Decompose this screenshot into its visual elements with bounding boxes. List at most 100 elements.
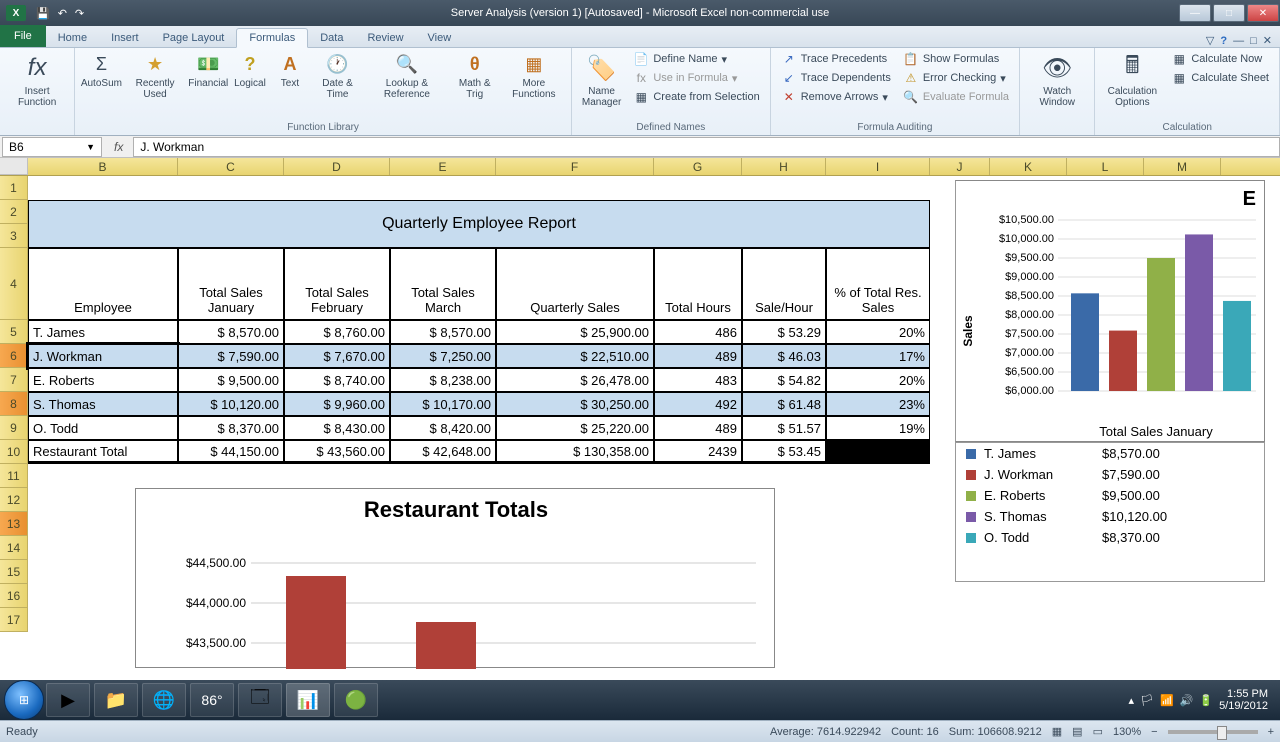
- view-normal-icon[interactable]: ▦: [1052, 725, 1062, 738]
- pct-cell[interactable]: 19%: [826, 416, 930, 440]
- qat-save-icon[interactable]: 💾: [32, 7, 54, 20]
- mar-cell[interactable]: $ 10,170.00: [390, 392, 496, 416]
- h-cell[interactable]: 483: [654, 368, 742, 392]
- row-header-8[interactable]: 8: [0, 392, 28, 416]
- lookup-button[interactable]: 🔍Lookup & Reference: [367, 50, 447, 102]
- pct-cell[interactable]: 23%: [826, 392, 930, 416]
- taskbar-weather[interactable]: 86°: [190, 683, 234, 717]
- calculate-now-button[interactable]: ▦Calculate Now: [1167, 50, 1273, 68]
- q-cell[interactable]: $ 30,250.00: [496, 392, 654, 416]
- col-header-E[interactable]: E: [390, 158, 496, 175]
- formula-input[interactable]: J. Workman: [133, 137, 1280, 157]
- row-header-12[interactable]: 12: [0, 488, 28, 512]
- row-header-11[interactable]: 11: [0, 464, 28, 488]
- name-box[interactable]: B6▼: [2, 137, 102, 157]
- h-cell[interactable]: 489: [654, 344, 742, 368]
- zoom-level[interactable]: 130%: [1113, 726, 1141, 738]
- zoom-out-icon[interactable]: −: [1151, 726, 1157, 738]
- q-cell[interactable]: $ 22,510.00: [496, 344, 654, 368]
- chart-employee-sales[interactable]: E Sales $10,500.00$10,000.00$9,500.00$9,…: [955, 180, 1265, 442]
- tray-flag-icon[interactable]: 🏳: [1140, 694, 1154, 707]
- row-header-15[interactable]: 15: [0, 560, 28, 584]
- emp-cell[interactable]: E. Roberts: [28, 368, 178, 392]
- tab-page-layout[interactable]: Page Layout: [151, 29, 237, 47]
- create-from-selection-button[interactable]: ▦Create from Selection: [629, 88, 763, 106]
- tab-data[interactable]: Data: [308, 29, 355, 47]
- col-header-H[interactable]: H: [742, 158, 826, 175]
- q-cell[interactable]: $ 26,478.00: [496, 368, 654, 392]
- view-pagebreak-icon[interactable]: ▭: [1093, 725, 1103, 738]
- watch-window-button[interactable]: 👁Watch Window: [1026, 50, 1088, 110]
- maximize-button[interactable]: □: [1213, 4, 1245, 22]
- mar-cell[interactable]: $ 8,420.00: [390, 416, 496, 440]
- emp-cell[interactable]: T. James: [28, 320, 178, 344]
- pct-cell[interactable]: 17%: [826, 344, 930, 368]
- minimize-button[interactable]: —: [1179, 4, 1211, 22]
- mar-cell[interactable]: $ 7,250.00: [390, 344, 496, 368]
- zoom-slider[interactable]: [1168, 730, 1258, 734]
- use-in-formula-button[interactable]: fxUse in Formula ▾: [629, 69, 763, 87]
- total-emp[interactable]: Restaurant Total: [28, 440, 178, 464]
- feb-cell[interactable]: $ 7,670.00: [284, 344, 390, 368]
- jan-cell[interactable]: $ 7,590.00: [178, 344, 284, 368]
- more-functions-button[interactable]: ▦More Functions: [503, 50, 565, 102]
- recently-used-button[interactable]: ★Recently Used: [126, 50, 185, 102]
- feb-cell[interactable]: $ 8,760.00: [284, 320, 390, 344]
- emp-cell[interactable]: S. Thomas: [28, 392, 178, 416]
- select-all-corner[interactable]: [0, 158, 28, 175]
- row-header-13[interactable]: 13: [0, 512, 28, 536]
- logical-button[interactable]: ?Logical: [232, 50, 268, 91]
- row-header-4[interactable]: 4: [0, 248, 28, 320]
- pct-cell[interactable]: 20%: [826, 368, 930, 392]
- row-header-6[interactable]: 6: [0, 344, 28, 368]
- header-cell[interactable]: Sale/Hour: [742, 248, 826, 320]
- autosum-button[interactable]: ΣAutoSum: [81, 50, 121, 91]
- taskbar-app1[interactable]: 🗔: [238, 683, 282, 717]
- sh-cell[interactable]: $ 53.29: [742, 320, 826, 344]
- start-button[interactable]: ⊞: [4, 680, 44, 720]
- mar-cell[interactable]: $ 8,238.00: [390, 368, 496, 392]
- mar-cell[interactable]: $ 8,570.00: [390, 320, 496, 344]
- col-header-C[interactable]: C: [178, 158, 284, 175]
- col-header-F[interactable]: F: [496, 158, 654, 175]
- chart-restaurant-totals[interactable]: Restaurant Totals $44,500.00 $44,000.00 …: [135, 488, 775, 668]
- col-header-M[interactable]: M: [1144, 158, 1221, 175]
- feb-cell[interactable]: $ 8,430.00: [284, 416, 390, 440]
- date-time-button[interactable]: 🕐Date & Time: [312, 50, 363, 102]
- row-header-1[interactable]: 1: [0, 176, 28, 200]
- taskbar-media-player[interactable]: ▶: [46, 683, 90, 717]
- qat-redo-icon[interactable]: ↷: [71, 7, 88, 20]
- col-header-D[interactable]: D: [284, 158, 390, 175]
- tray-network-icon[interactable]: 📶: [1160, 694, 1174, 707]
- sh-cell[interactable]: $ 46.03: [742, 344, 826, 368]
- sh-cell[interactable]: $ 54.82: [742, 368, 826, 392]
- header-cell[interactable]: Total Hours: [654, 248, 742, 320]
- define-name-button[interactable]: 📄Define Name ▾: [629, 50, 763, 68]
- jan-cell[interactable]: $ 8,370.00: [178, 416, 284, 440]
- col-header-G[interactable]: G: [654, 158, 742, 175]
- col-header-K[interactable]: K: [990, 158, 1067, 175]
- row-header-3[interactable]: 3: [0, 224, 28, 248]
- error-checking-button[interactable]: ⚠Error Checking ▾: [899, 69, 1013, 87]
- dropdown-icon[interactable]: ▼: [86, 142, 95, 152]
- h-cell[interactable]: 492: [654, 392, 742, 416]
- zoom-in-icon[interactable]: +: [1268, 726, 1274, 738]
- trace-dependents-button[interactable]: ↙Trace Dependents: [777, 69, 895, 87]
- jan-cell[interactable]: $ 10,120.00: [178, 392, 284, 416]
- col-header-B[interactable]: B: [28, 158, 178, 175]
- total-q[interactable]: $ 130,358.00: [496, 440, 654, 464]
- text-button[interactable]: AText: [272, 50, 308, 91]
- taskbar-explorer[interactable]: 📁: [94, 683, 138, 717]
- row-header-10[interactable]: 10: [0, 440, 28, 464]
- taskbar-chrome[interactable]: 🌐: [142, 683, 186, 717]
- header-cell[interactable]: Quarterly Sales: [496, 248, 654, 320]
- total-pct[interactable]: [826, 440, 930, 464]
- sh-cell[interactable]: $ 61.48: [742, 392, 826, 416]
- jan-cell[interactable]: $ 8,570.00: [178, 320, 284, 344]
- financial-button[interactable]: 💵Financial: [189, 50, 228, 91]
- tab-insert[interactable]: Insert: [99, 29, 151, 47]
- header-cell[interactable]: Employee: [28, 248, 178, 320]
- row-header-17[interactable]: 17: [0, 608, 28, 632]
- feb-cell[interactable]: $ 8,740.00: [284, 368, 390, 392]
- h-cell[interactable]: 486: [654, 320, 742, 344]
